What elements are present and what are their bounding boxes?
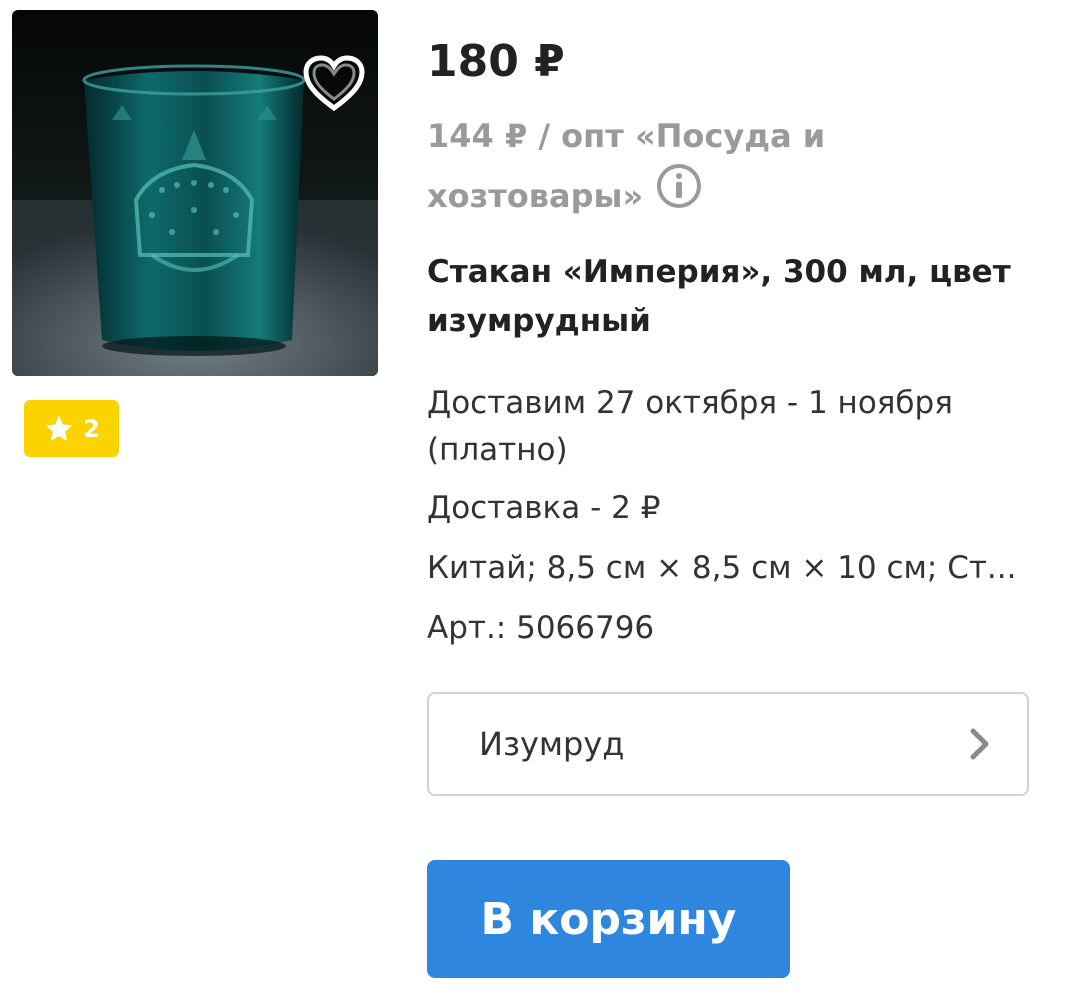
star-icon — [45, 415, 73, 441]
product-article: Арт.: 5066796 — [427, 610, 655, 646]
wholesale-text: 144 ₽ / опт «Посуда и хозтовары» — [427, 117, 826, 215]
delivery-dates: Доставим 27 октября - 1 ноября (платно) — [427, 385, 953, 468]
add-to-cart-button[interactable]: В корзину — [427, 860, 790, 978]
variant-value: Изумруд — [479, 725, 625, 763]
wholesale-price: 144 ₽ / опт «Посуда и хозтовары» — [427, 106, 867, 229]
delivery-cost: Доставка - 2 ₽ — [427, 490, 661, 526]
heart-icon — [303, 55, 365, 112]
product-image[interactable] — [12, 10, 378, 376]
variant-select[interactable]: Изумруд — [427, 692, 1029, 796]
chevron-right-icon — [970, 728, 989, 760]
info-icon[interactable] — [655, 162, 703, 229]
favorite-button[interactable] — [298, 50, 370, 116]
product-price: 180 ₽ — [427, 36, 565, 87]
product-specs: Китай; 8,5 см × 8,5 см × 10 см; Ст... — [427, 550, 1017, 586]
rating-count: 2 — [83, 414, 100, 443]
product-title[interactable]: Стакан «Империя», 300 мл, цвет изумрудны… — [427, 248, 1027, 346]
rating-badge[interactable]: 2 — [24, 400, 119, 457]
